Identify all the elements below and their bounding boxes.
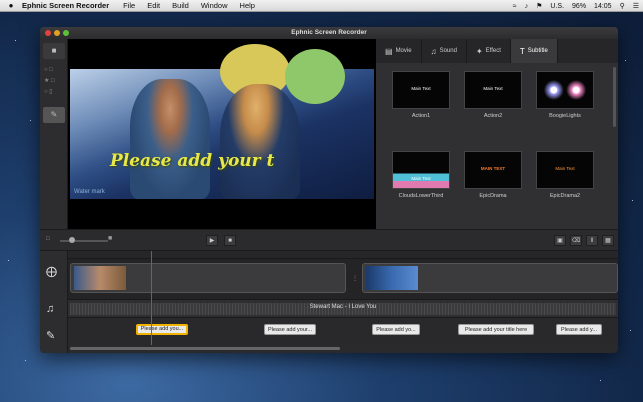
playhead[interactable] (151, 251, 152, 345)
menu-app-name[interactable]: Ephnic Screen Recorder (22, 1, 109, 10)
media-folder-icon[interactable]: ■ (43, 43, 65, 59)
music-track-icon: ♫ (46, 303, 55, 315)
panel-tabs: ▤ Movie ♫ Sound ✦ Effect T Subtitle (376, 39, 618, 63)
split-icon[interactable]: ‖ (586, 235, 598, 246)
play-button[interactable]: ▶ (206, 235, 218, 246)
playback-controls: □ ■ ▶ ■ ▣ ⌫ ‖ ▦ (40, 229, 618, 251)
template-label: EpicDrama2 (549, 193, 581, 199)
zoom-slider[interactable] (60, 240, 108, 242)
tab-sound[interactable]: ♫ Sound (422, 39, 467, 63)
pencil-track-icon: ✎ (46, 330, 56, 342)
template-action2[interactable]: Main Text (464, 71, 522, 109)
microphone-icon[interactable]: ✎ (43, 107, 65, 123)
tab-effect[interactable]: ✦ Effect (467, 39, 511, 63)
flag-icon[interactable]: ⚑ (536, 2, 542, 10)
clip-thumbnail (366, 266, 418, 290)
wifi-icon[interactable]: ≈ (513, 3, 517, 10)
track-icons: ⨁ ♫ ✎ (40, 251, 68, 353)
list-icon[interactable]: ☰ (633, 2, 639, 10)
video-clip[interactable] (362, 263, 618, 293)
panel-scrollbar[interactable] (613, 67, 616, 127)
person (220, 84, 300, 199)
subtitle-clip[interactable]: Please add y... (556, 324, 602, 335)
window-titlebar: Ephnic Screen Recorder (40, 27, 618, 39)
clock[interactable]: 14:05 (594, 3, 612, 10)
volume-icon[interactable]: ♪ (525, 3, 529, 10)
template-label: Action1 (411, 113, 431, 119)
speaker-icon: ♫ (430, 46, 437, 56)
transition-icon[interactable]: ⋮ (352, 275, 358, 282)
subtitle-clip[interactable]: Please add yo... (372, 324, 420, 335)
template-label: CloudsLowerThird (398, 193, 444, 199)
video-clip[interactable] (70, 263, 346, 293)
trash-icon[interactable]: ⌫ (570, 235, 582, 246)
record-screen-icon[interactable]: ▣ (554, 235, 566, 246)
input-source[interactable]: U.S. (550, 3, 564, 10)
template-action1[interactable]: Main Text (392, 71, 450, 109)
template-label: Action2 (483, 113, 503, 119)
template-epicdrama2[interactable]: Main Text (536, 151, 594, 189)
menu-window[interactable]: Window (201, 1, 228, 10)
subtitle-clip[interactable]: Please add you... (136, 324, 188, 335)
zoom-slider-knob[interactable] (69, 237, 75, 243)
video-frame: Please add your t Water mark (70, 44, 374, 199)
timeline-scrollbar[interactable] (70, 347, 340, 350)
mode-switch-3[interactable]: ○ ▯ (44, 87, 55, 98)
app-window: Ephnic Screen Recorder ■ ○ □ ★ □ ○ ▯ ✎ P… (40, 27, 618, 353)
template-boogielights[interactable] (536, 71, 594, 109)
effects-panel: ▤ Movie ♫ Sound ✦ Effect T Subtitle Main Tex… (376, 39, 618, 229)
search-icon[interactable]: ⚲ (620, 2, 625, 10)
left-toolbar: ■ ○ □ ★ □ ○ ▯ ✎ (40, 39, 68, 229)
crop-icon[interactable]: ▦ (602, 235, 614, 246)
zoom-out-icon[interactable]: □ (46, 236, 50, 242)
template-cloudslowerthird[interactable]: Main Text (392, 151, 450, 189)
text-icon: T (519, 46, 525, 56)
mode-switch-1[interactable]: ○ □ (44, 65, 55, 76)
tab-subtitle[interactable]: T Subtitle (510, 39, 558, 63)
subtitle-clip[interactable]: Please add your... (264, 324, 316, 335)
balloon (285, 49, 345, 104)
mode-switch-2[interactable]: ★ □ (44, 76, 55, 87)
magic-wand-icon: ✦ (475, 46, 483, 56)
film-icon: ▤ (385, 46, 393, 56)
status-area: ≈ ♪ ⚑ U.S. 96% 14:05 ⚲ ☰ (513, 0, 639, 12)
menu-file[interactable]: File (123, 1, 135, 10)
stop-button[interactable]: ■ (224, 235, 236, 246)
menu-edit[interactable]: Edit (147, 1, 160, 10)
template-label: BoogieLights (549, 113, 581, 119)
menu-help[interactable]: Help (240, 1, 255, 10)
template-epicdrama[interactable]: MAIN TEXT (464, 151, 522, 189)
zoom-in-icon[interactable]: ■ (108, 235, 112, 242)
menu-build[interactable]: Build (172, 1, 189, 10)
subtitle-overlay-text[interactable]: Please add your t (110, 151, 274, 171)
zoom-window-button[interactable] (63, 30, 69, 36)
minimize-window-button[interactable] (54, 30, 60, 36)
menu-bar: ● Ephnic Screen Recorder File Edit Build… (0, 0, 643, 12)
mode-switches: ○ □ ★ □ ○ ▯ (44, 65, 55, 98)
battery-text[interactable]: 96% (572, 3, 586, 10)
clip-thumbnail (74, 266, 126, 290)
person (130, 79, 210, 199)
video-preview[interactable]: Please add your t Water mark (68, 39, 376, 229)
apple-menu-icon[interactable]: ● (0, 1, 22, 10)
template-label: EpicDrama (479, 193, 507, 199)
tab-movie[interactable]: ▤ Movie (376, 39, 422, 63)
watermark-text[interactable]: Water mark (74, 189, 105, 195)
close-window-button[interactable] (45, 30, 51, 36)
subtitle-clip[interactable]: Please add your title here (458, 324, 534, 335)
video-track-icon: ⨁ (46, 266, 57, 278)
window-title: Ephnic Screen Recorder (291, 29, 367, 36)
